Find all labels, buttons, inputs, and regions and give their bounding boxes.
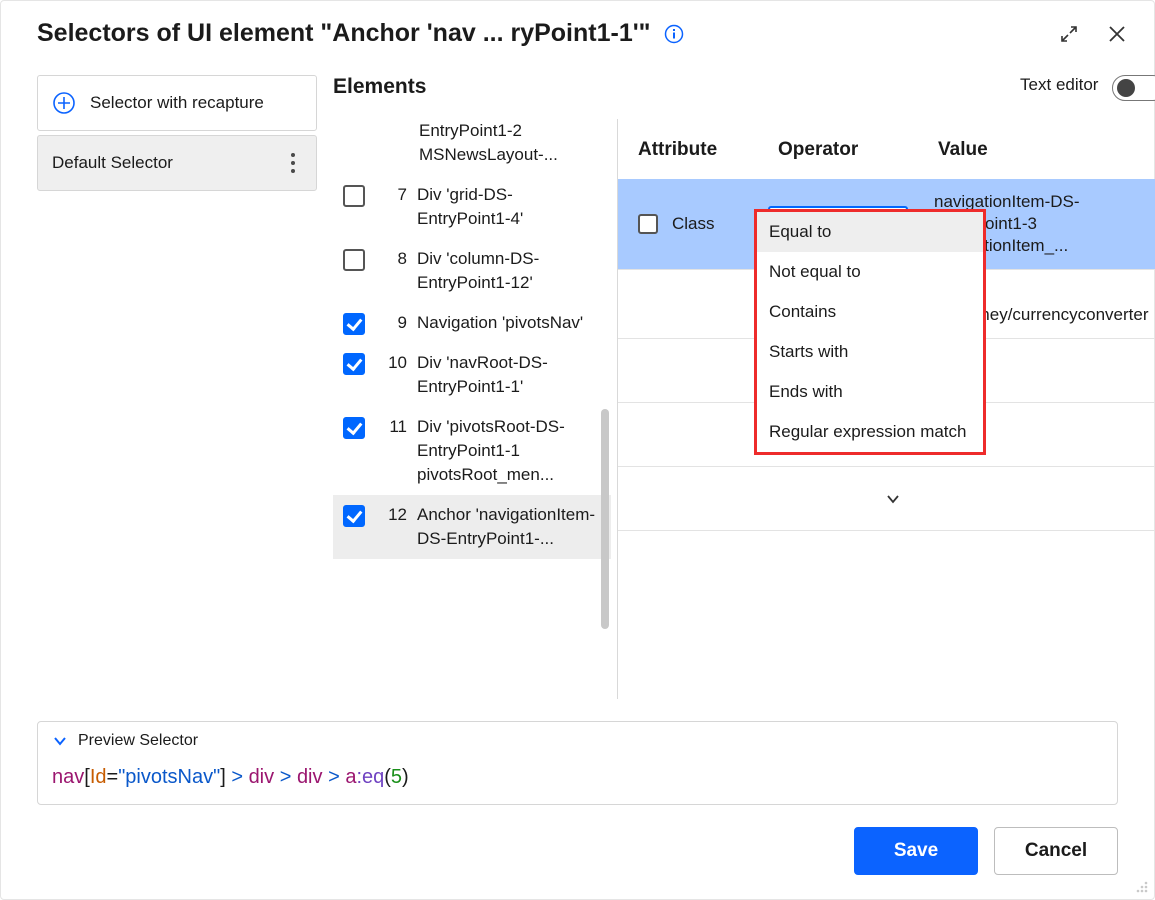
- operator-option[interactable]: Not equal to: [757, 252, 983, 292]
- operator-option[interactable]: Equal to: [757, 212, 983, 252]
- text-editor-toggle[interactable]: [1112, 75, 1155, 101]
- selectors-sidebar: Selector with recapture Default Selector: [37, 75, 317, 699]
- element-checkbox[interactable]: [343, 249, 365, 271]
- close-icon[interactable]: [1106, 23, 1128, 45]
- header-operator: Operator: [778, 139, 938, 161]
- operator-dropdown[interactable]: Equal toNot equal toContainsStarts withE…: [754, 209, 986, 455]
- element-number: 9: [383, 313, 407, 333]
- preview-selector-toggle[interactable]: Preview Selector: [52, 732, 1103, 750]
- element-label: Navigation 'pivotsNav': [417, 311, 601, 335]
- recapture-label: Selector with recapture: [90, 93, 264, 113]
- element-checkbox[interactable]: [343, 353, 365, 375]
- preview-selector-label: Preview Selector: [78, 732, 198, 750]
- element-checkbox[interactable]: [343, 185, 365, 207]
- element-number: 11: [383, 417, 407, 437]
- element-row[interactable]: EntryPoint1-2 MSNewsLayout-...: [333, 119, 611, 175]
- dialog-title: Selectors of UI element "Anchor 'nav ...…: [37, 19, 651, 48]
- elements-column: Elements EntryPoint1-2 MSNewsLayout-... 7…: [333, 75, 611, 699]
- header-value: Value: [938, 139, 1155, 161]
- toggle-knob: [1117, 79, 1135, 97]
- titlebar: Selectors of UI element "Anchor 'nav ...…: [1, 1, 1154, 74]
- elements-list: EntryPoint1-2 MSNewsLayout-... 7 Div 'grid…: [333, 119, 611, 699]
- element-row[interactable]: 10 Div 'navRoot-DS-EntryPoint1-1': [333, 343, 611, 407]
- selector-list-item[interactable]: Default Selector: [37, 135, 317, 191]
- element-label: Div 'pivotsRoot-DS-EntryPoint1-1 pivotsR…: [417, 415, 601, 487]
- dialog-footer: Save Cancel: [854, 827, 1118, 875]
- attributes-panel: Attribute Operator Value ClassEqual tona…: [617, 119, 1155, 699]
- attributes-header-row: Attribute Operator Value: [618, 119, 1155, 179]
- cancel-button[interactable]: Cancel: [994, 827, 1118, 875]
- chevron-down-icon: [52, 733, 68, 749]
- operator-select[interactable]: [878, 492, 908, 506]
- element-checkbox[interactable]: [343, 505, 365, 527]
- element-row[interactable]: 11 Div 'pivotsRoot-DS-EntryPoint1-1 pivot…: [333, 407, 611, 495]
- element-number: 8: [383, 249, 407, 269]
- more-icon[interactable]: [284, 153, 302, 173]
- operator-option[interactable]: Regular expression match: [757, 412, 983, 452]
- element-checkbox[interactable]: [343, 417, 365, 439]
- element-row[interactable]: 12 Anchor 'navigationItem-DS-EntryPoint1-…: [333, 495, 611, 559]
- selector-editor-window: Selectors of UI element "Anchor 'nav ...…: [0, 0, 1155, 900]
- element-label: Div 'navRoot-DS-EntryPoint1-1': [417, 351, 601, 399]
- operator-option[interactable]: Contains: [757, 292, 983, 332]
- element-row[interactable]: 9 Navigation 'pivotsNav': [333, 303, 611, 343]
- attributes-column: Text editor Attribute Operator Value Cla…: [617, 75, 1155, 699]
- attribute-checkbox[interactable]: [638, 214, 658, 234]
- element-label: Div 'column-DS-EntryPoint1-12': [417, 247, 601, 295]
- element-number: 10: [383, 353, 407, 373]
- element-label: EntryPoint1-2 MSNewsLayout-...: [419, 119, 601, 167]
- plus-icon: [52, 91, 76, 115]
- preview-selector-panel: Preview Selector nav[Id="pivotsNav"] > d…: [37, 721, 1118, 805]
- elements-header: Elements: [333, 75, 611, 119]
- text-editor-label: Text editor: [1020, 75, 1098, 95]
- expand-icon[interactable]: [1058, 23, 1080, 45]
- save-button[interactable]: Save: [854, 827, 978, 875]
- header-attribute: Attribute: [638, 139, 778, 161]
- resize-grip[interactable]: [1132, 877, 1150, 895]
- operator-option[interactable]: Starts with: [757, 332, 983, 372]
- element-checkbox[interactable]: [343, 313, 365, 335]
- element-row[interactable]: 8 Div 'column-DS-EntryPoint1-12': [333, 239, 611, 303]
- element-row[interactable]: 7 Div 'grid-DS-EntryPoint1-4': [333, 175, 611, 239]
- elements-scrollbar[interactable]: [601, 409, 609, 629]
- attribute-row[interactable]: [618, 467, 1155, 531]
- preview-selector-string: nav[Id="pivotsNav"] > div > div > a:eq(5…: [52, 766, 1103, 789]
- selector-with-recapture-button[interactable]: Selector with recapture: [37, 75, 317, 131]
- element-label: Anchor 'navigationItem-DS-EntryPoint1-..…: [417, 503, 601, 551]
- text-editor-toggle-row: Text editor: [617, 75, 1155, 119]
- operator-option[interactable]: Ends with: [757, 372, 983, 412]
- element-number: 12: [383, 505, 407, 525]
- element-label: Div 'grid-DS-EntryPoint1-4': [417, 183, 601, 231]
- dialog-body: Selector with recapture Default Selector…: [37, 75, 1118, 699]
- element-number: 7: [383, 185, 407, 205]
- info-icon[interactable]: [663, 23, 685, 45]
- selector-list-item-label: Default Selector: [52, 153, 284, 173]
